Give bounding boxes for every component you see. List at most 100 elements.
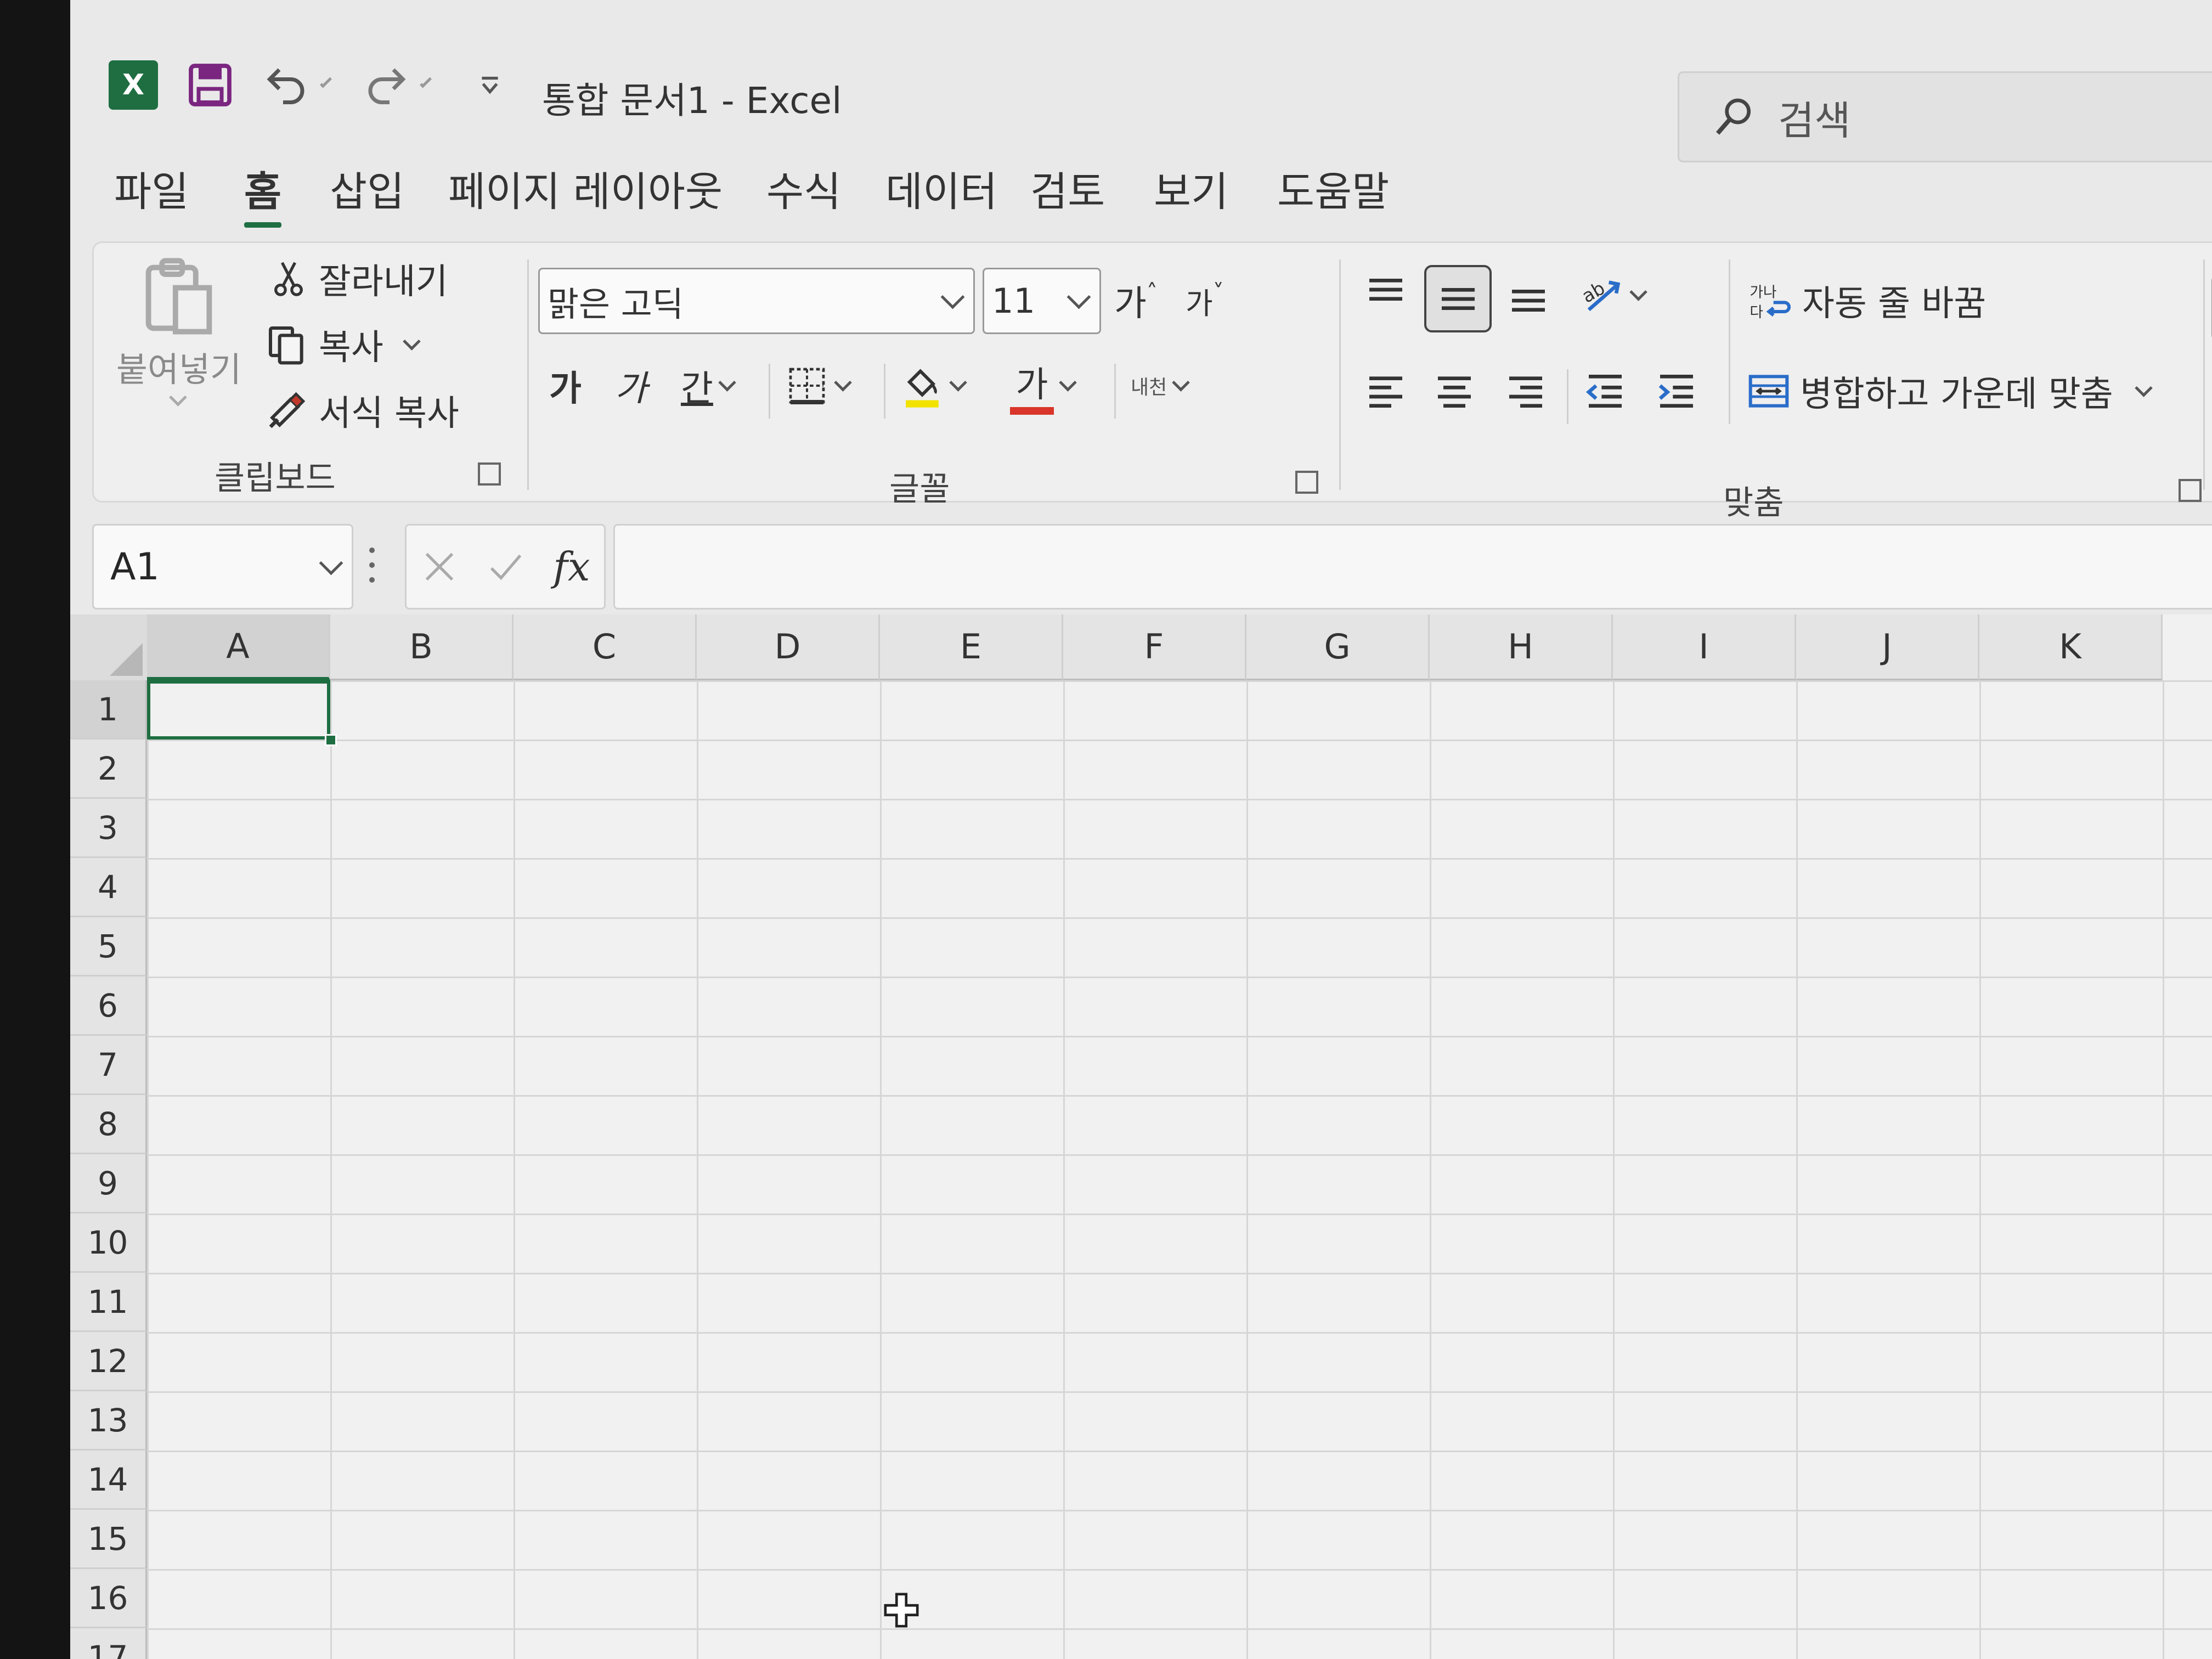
increase-font-size-button[interactable]: 가 ˄ [1114,273,1158,328]
font-color-swatch [1010,407,1054,415]
save-icon[interactable] [185,60,235,110]
font-dialog-launcher-icon[interactable] [1295,471,1318,494]
align-left-icon [1364,369,1408,413]
row-header-2[interactable]: 2 [70,740,147,799]
column-header-h[interactable]: H [1430,614,1613,680]
wrap-text-button[interactable]: 가나 다 자동 줄 바꿈 [1745,273,1986,328]
redo-icon[interactable] [361,60,410,110]
borders-button[interactable] [785,358,859,413]
fill-handle[interactable] [325,734,337,746]
row-header-15[interactable]: 15 [70,1510,147,1569]
tab-help[interactable]: 도움말 [1277,159,1389,218]
font-size-combo[interactable]: 11 [983,268,1101,334]
column-header-k[interactable]: K [1979,614,2163,680]
phonetic-guide-button[interactable]: 내천 [1131,358,1197,413]
row-header-12[interactable]: 12 [70,1332,147,1391]
fill-color-button[interactable] [900,358,974,413]
undo-icon[interactable] [262,60,312,110]
cancel-icon[interactable] [420,548,459,586]
copy-dropdown-chevron-icon[interactable] [403,332,421,351]
row-header-6[interactable]: 6 [70,977,147,1036]
italic-button[interactable]: 가 [615,358,647,413]
formula-input[interactable] [613,524,2212,610]
tab-insert[interactable]: 삽입 [330,159,404,218]
active-cell[interactable] [147,680,330,740]
align-bottom-button[interactable] [1498,265,1559,325]
name-box[interactable]: A1 [92,524,353,610]
align-center-button[interactable] [1424,361,1485,421]
more-options-icon[interactable] [366,543,377,587]
row-header-5[interactable]: 5 [70,917,147,977]
font-separator [769,364,770,419]
clipboard-dialog-launcher-icon[interactable] [478,462,501,486]
column-header-i[interactable]: I [1613,614,1796,680]
tab-home[interactable]: 홈 [244,159,282,228]
bold-button[interactable]: 가 [549,358,582,413]
row-header-11[interactable]: 11 [70,1273,147,1332]
alignment-separator [1729,259,1730,424]
column-header-f[interactable]: F [1063,614,1246,680]
row-header-4[interactable]: 4 [70,858,147,917]
decrease-indent-button[interactable] [1575,361,1635,421]
row-header-1[interactable]: 1 [70,680,147,740]
align-right-button[interactable] [1496,361,1556,421]
cut-button[interactable]: 잘라내기 [269,251,448,306]
alignment-dialog-launcher-icon[interactable] [2179,479,2202,502]
align-top-button[interactable] [1356,265,1416,325]
row-header-8[interactable]: 8 [70,1095,147,1154]
row-header-3[interactable]: 3 [70,799,147,858]
tab-view[interactable]: 보기 [1154,159,1228,218]
copy-button[interactable]: 복사 [264,317,428,372]
orientation-button[interactable]: ab [1575,265,1655,325]
row-header-10[interactable]: 10 [70,1214,147,1273]
tab-file[interactable]: 파일 [114,159,189,218]
increase-indent-button[interactable] [1646,361,1707,421]
row-header-9[interactable]: 9 [70,1154,147,1214]
format-painter-button[interactable]: 서식 복사 [264,383,459,438]
paste-button[interactable]: 붙여넣기 [116,254,242,441]
column-header-a[interactable]: A [147,614,330,680]
row-header-7[interactable]: 7 [70,1036,147,1095]
row-header-13[interactable]: 13 [70,1391,147,1451]
search-label: 검색 [1778,97,1851,144]
customize-quick-access-icon[interactable] [471,66,509,104]
enter-icon[interactable] [487,548,525,586]
svg-text:가나: 가나 [1750,284,1776,301]
column-header-d[interactable]: D [697,614,880,680]
redo-dropdown-chevron-icon[interactable] [416,74,438,96]
search-box[interactable]: 검색 [1678,71,2212,162]
clipboard-group-label: 클립보드 [215,459,336,498]
tab-data[interactable]: 데이터 [885,159,997,218]
column-header-c[interactable]: C [514,614,697,680]
borders-chevron-icon [834,373,852,392]
column-header-e[interactable]: E [880,614,1063,680]
align-middle-button[interactable] [1424,265,1492,332]
row-header-17[interactable]: 17 [70,1628,147,1659]
column-header-j[interactable]: J [1796,614,1979,680]
underline-label: 간 [681,369,713,409]
column-header-b[interactable]: B [330,614,514,680]
align-left-button[interactable] [1356,361,1416,421]
tab-formulas[interactable]: 수식 [766,159,841,218]
undo-dropdown-chevron-icon[interactable] [316,74,338,96]
row-header-16[interactable]: 16 [70,1569,147,1628]
insert-function-button[interactable]: fx [553,544,590,590]
paste-dropdown-chevron-icon[interactable] [168,388,187,407]
merge-center-button[interactable]: 병합하고 가운데 맞춤 [1745,364,2160,419]
font-name-combo[interactable]: 맑은 고딕 [538,268,975,334]
select-all-button[interactable] [70,614,147,680]
font-color-button[interactable]: 가 [1010,358,1084,415]
align-center-icon [1432,369,1476,413]
row-header-14[interactable]: 14 [70,1451,147,1510]
alignment-group: ab 가나 다 자동 줄 바꿈 병합하고 가운데 맞춤 맞춤 [1345,243,2212,522]
italic-label: 가 [615,369,647,409]
tab-review[interactable]: 검토 [1030,159,1105,218]
column-header-g[interactable]: G [1246,614,1430,680]
wrap-text-icon: 가나 다 [1745,279,1795,323]
wrap-text-label: 자동 줄 바꿈 [1802,284,1987,324]
cells-area[interactable] [147,680,2212,1659]
decrease-font-size-button[interactable]: 가 ˅ [1186,273,1224,328]
font-name-value: 맑은 고딕 [548,284,684,324]
underline-button[interactable]: 간 [681,358,743,413]
tab-page-layout[interactable]: 페이지 레이아웃 [448,159,723,218]
